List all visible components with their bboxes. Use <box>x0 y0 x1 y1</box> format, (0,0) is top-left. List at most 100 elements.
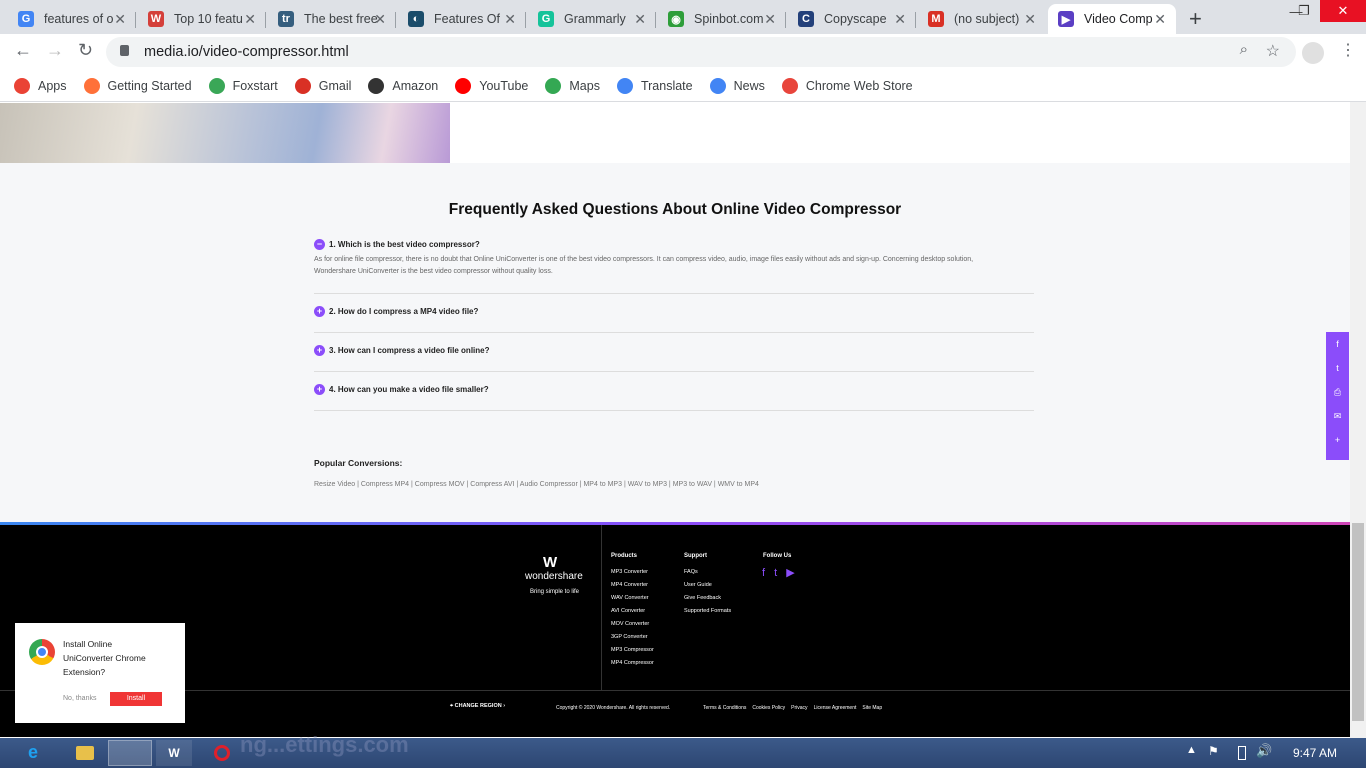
bookmark-chrome-web-store[interactable]: Chrome Web Store <box>781 77 913 94</box>
youtube-icon[interactable]: ▶ <box>786 567 794 579</box>
legal-link[interactable]: Privacy <box>791 705 807 711</box>
bookmark-news[interactable]: News <box>709 77 765 94</box>
products-list: MP3 Converter MP4 Converter WAV Converter A… <box>611 566 654 670</box>
scrollbar-thumb[interactable] <box>1352 523 1364 721</box>
close-window-button[interactable]: ✕ <box>1320 0 1366 22</box>
expand-icon[interactable]: + <box>314 384 325 395</box>
tab-4[interactable]: ◐ Features Of ✕ <box>398 4 526 34</box>
bookmark-youtube[interactable]: YouTube <box>455 77 529 94</box>
faq-question-4[interactable]: +4. How can you make a video file smalle… <box>314 384 1034 395</box>
close-tab-icon[interactable]: ✕ <box>374 11 386 28</box>
product-link[interactable]: AVI Converter <box>611 605 654 618</box>
new-tab-button[interactable]: + <box>1189 6 1202 32</box>
close-tab-icon[interactable]: ✕ <box>894 11 906 28</box>
collapse-icon[interactable]: − <box>314 239 325 250</box>
bookmark-icon <box>709 77 726 94</box>
zoom-icon[interactable]: ⌕ <box>1240 41 1248 58</box>
bookmark-getting-started[interactable]: Getting Started <box>83 77 192 94</box>
tab-5[interactable]: G Grammarly ✕ <box>528 4 656 34</box>
opera-icon[interactable] <box>214 745 230 761</box>
tab-6[interactable]: ◉ Spinbot.com ✕ <box>658 4 786 34</box>
tab-7[interactable]: C Copyscape ✕ <box>788 4 916 34</box>
faq-question-3[interactable]: +3. How can I compress a video file onli… <box>314 345 1034 356</box>
no-thanks-button[interactable]: No, thanks <box>63 695 96 702</box>
legal-link[interactable]: Cookies Policy <box>752 705 785 711</box>
bookmark-foxstart[interactable]: Foxstart <box>208 77 278 94</box>
expand-icon[interactable]: + <box>314 345 325 356</box>
close-tab-icon[interactable]: ✕ <box>634 11 646 28</box>
tab-favicon-icon: G <box>538 11 554 27</box>
windows-taskbar: e W ng...ettings.com ▲ ⚑ 🔊 9:47 AM <box>0 732 1366 768</box>
tab-9[interactable]: ▶ Video Comp ✕ <box>1048 4 1176 34</box>
battery-icon[interactable] <box>1238 746 1246 760</box>
forward-icon[interactable]: → <box>46 40 64 61</box>
support-link[interactable]: Supported Formats <box>684 605 731 618</box>
email-share-button[interactable]: ✉ <box>1326 404 1349 428</box>
profile-avatar[interactable] <box>1302 42 1324 64</box>
back-icon[interactable]: ← <box>14 40 32 61</box>
bookmark-gmail[interactable]: Gmail <box>294 77 351 94</box>
product-link[interactable]: MP4 Converter <box>611 579 654 592</box>
support-title: Support <box>684 553 707 559</box>
install-button[interactable]: Install <box>110 692 162 706</box>
popular-conversions-links[interactable]: Resize Video | Compress MP4 | Compress M… <box>314 481 759 488</box>
tab-title: (no subject) <box>954 12 1020 26</box>
tab-2[interactable]: W Top 10 featu ✕ <box>138 4 266 34</box>
action-center-icon[interactable]: ⚑ <box>1208 744 1219 758</box>
faq-question-1[interactable]: −1. Which is the best video compressor? <box>314 239 1034 250</box>
faq-question-2[interactable]: +2. How do I compress a MP4 video file? <box>314 306 1034 317</box>
product-link[interactable]: WAV Converter <box>611 592 654 605</box>
twitter-share-button[interactable]: t <box>1326 356 1349 380</box>
file-explorer-icon[interactable] <box>76 746 94 760</box>
tray-up-arrow-icon[interactable]: ▲ <box>1186 744 1197 756</box>
tab-favicon-icon: W <box>148 11 164 27</box>
star-icon[interactable]: ☆ <box>1266 41 1280 61</box>
bookmark-apps[interactable]: Apps <box>14 77 67 94</box>
more-share-button[interactable]: + <box>1326 428 1349 452</box>
product-link[interactable]: 3GP Converter <box>611 631 654 644</box>
chrome-taskbar-icon[interactable] <box>108 740 152 766</box>
volume-icon[interactable]: 🔊 <box>1256 743 1272 759</box>
close-tab-icon[interactable]: ✕ <box>244 11 256 28</box>
bookmark-translate[interactable]: Translate <box>616 77 693 94</box>
bookmark-maps[interactable]: Maps <box>545 77 600 94</box>
facebook-share-button[interactable]: f <box>1326 332 1349 356</box>
product-link[interactable]: MP3 Converter <box>611 566 654 579</box>
popular-conversions-title: Popular Conversions: <box>314 458 403 468</box>
print-share-button[interactable]: ⎙ <box>1326 380 1349 404</box>
legal-links: Terms & Conditions Cookies Policy Privacy L… <box>703 705 888 711</box>
reload-icon[interactable]: ↻ <box>78 40 93 61</box>
internet-explorer-icon[interactable]: e <box>28 742 38 763</box>
twitter-icon[interactable]: t <box>774 567 777 579</box>
bookmark-icon <box>294 77 311 94</box>
product-link[interactable]: MP4 Compressor <box>611 657 654 670</box>
tab-8[interactable]: M (no subject) ✕ <box>918 4 1046 34</box>
copyright-text: Copyright © 2020 Wondershare. All rights… <box>556 705 671 711</box>
product-link[interactable]: MOV Converter <box>611 618 654 631</box>
product-link[interactable]: MP3 Compressor <box>611 644 654 657</box>
close-tab-icon[interactable]: ✕ <box>504 11 516 28</box>
legal-link[interactable]: License Agreement <box>814 705 857 711</box>
menu-icon[interactable]: ⋮ <box>1340 40 1356 60</box>
address-bar[interactable]: media.io/video-compressor.html ⌕ ☆ <box>106 37 1296 67</box>
legal-link[interactable]: Terms & Conditions <box>703 705 746 711</box>
legal-link[interactable]: Site Map <box>862 705 882 711</box>
close-tab-icon[interactable]: ✕ <box>764 11 776 28</box>
restore-button[interactable]: ❐ <box>1284 0 1324 22</box>
bookmark-label: Getting Started <box>107 78 192 93</box>
bookmark-label: YouTube <box>479 78 529 93</box>
tab-3[interactable]: tr The best free ✕ <box>268 4 396 34</box>
close-tab-icon[interactable]: ✕ <box>1154 11 1166 28</box>
support-link[interactable]: FAQs <box>684 566 731 579</box>
tab-1[interactable]: Gfeatures of o ✕ <box>8 4 136 34</box>
support-link[interactable]: User Guide <box>684 579 731 592</box>
close-tab-icon[interactable]: ✕ <box>114 11 126 28</box>
bookmark-amazon[interactable]: Amazon <box>368 77 438 94</box>
support-link[interactable]: Give Feedback <box>684 592 731 605</box>
word-icon[interactable]: W <box>156 740 192 766</box>
close-tab-icon[interactable]: ✕ <box>1024 11 1036 28</box>
facebook-icon[interactable]: f <box>762 567 765 579</box>
change-region-link[interactable]: ⌖ CHANGE REGION › <box>450 703 505 710</box>
clock[interactable]: 9:47 AM <box>1293 746 1337 760</box>
expand-icon[interactable]: + <box>314 306 325 317</box>
